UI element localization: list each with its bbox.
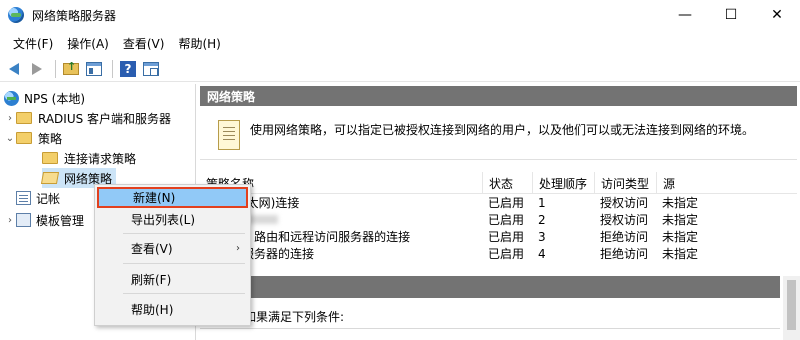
accounting-log-icon — [16, 191, 31, 205]
tree-node-nps[interactable]: NPS (本地) — [4, 88, 85, 108]
table-row[interactable]: 他访问服务器的连接 已启用 4 拒绝访问 未指定 — [200, 245, 797, 262]
toolbar-separator — [112, 59, 113, 78]
context-menu-new[interactable]: 新建(N) — [97, 187, 248, 208]
pane-header: 网络策略 — [200, 86, 797, 106]
expand-icon[interactable]: › — [4, 113, 16, 124]
policy-access: 授权访问 — [600, 196, 649, 210]
open-folder-icon — [40, 172, 60, 184]
description-text: 使用网络策略，可以指定已被授权连接到网络的用户，以及他们可以或无法连接到网络的环… — [250, 123, 755, 137]
help-button[interactable]: ? — [118, 59, 138, 79]
policy-table: 策略名称 状态 处理顺序 访问类型 源 有线(以太网)连接 已启用 1 授权访问… — [200, 172, 797, 262]
folder-icon — [16, 112, 32, 124]
tree-label: NPS (本地) — [24, 91, 86, 106]
properties-button[interactable] — [141, 59, 161, 79]
close-button[interactable]: ✕ — [754, 0, 800, 30]
menu-help[interactable]: 帮助(H) — [171, 35, 227, 52]
document-icon — [218, 120, 240, 150]
tree-node-radius[interactable]: › RADIUS 客户端和服务器 — [4, 108, 171, 128]
context-menu-refresh[interactable]: 刷新(F) — [97, 269, 248, 290]
policy-access: 拒绝访问 — [600, 247, 649, 261]
context-menu-view[interactable]: 查看(V) › — [97, 238, 248, 259]
policy-order: 1 — [538, 195, 546, 210]
context-menu: 新建(N) 导出列表(L) 查看(V) › 刷新(F) 帮助(H) — [94, 184, 251, 326]
menu-view[interactable]: 查看(V) — [116, 35, 172, 52]
context-menu-view-label: 查看(V) — [131, 242, 173, 256]
divider — [200, 328, 780, 329]
table-row[interactable]: 已启用 2 授权访问 未指定 — [200, 211, 797, 228]
templates-icon — [16, 213, 31, 227]
tree-node-connection-request-policies[interactable]: 连接请求策略 — [42, 148, 136, 168]
context-menu-export-list[interactable]: 导出列表(L) — [97, 209, 248, 230]
policy-status: 已启用 — [488, 230, 525, 244]
submenu-arrow-icon: › — [236, 243, 240, 254]
policy-access: 授权访问 — [600, 213, 649, 227]
tree-label: 模板管理 — [36, 213, 85, 228]
collapse-icon[interactable]: ⌄ — [4, 133, 16, 144]
menu-action[interactable]: 操作(A) — [60, 35, 116, 52]
toolbar: ? — [0, 56, 800, 82]
window-title: 网络策略服务器 — [32, 8, 117, 23]
back-arrow-icon — [9, 62, 19, 75]
folder-icon — [16, 132, 32, 144]
menu-separator — [123, 263, 245, 264]
tree-label: 记帐 — [36, 191, 61, 206]
column-header-source[interactable]: 源 — [656, 172, 736, 194]
tree-view-icon — [86, 61, 102, 76]
policy-order: 2 — [538, 212, 546, 227]
policy-status: 已启用 — [488, 247, 525, 261]
tree-label: 连接请求策略 — [64, 151, 137, 166]
menu-separator — [123, 233, 245, 234]
forward-arrow-icon — [32, 62, 42, 75]
forward-button[interactable] — [27, 59, 47, 79]
table-row[interactable]: 有线(以太网)连接 已启用 1 授权访问 未指定 — [200, 194, 797, 211]
properties-icon — [143, 61, 159, 76]
column-header-order[interactable]: 处理顺序 — [532, 172, 594, 194]
maximize-button[interactable]: ☐ — [708, 0, 754, 30]
help-icon: ? — [120, 60, 136, 77]
expand-icon[interactable]: › — [4, 215, 16, 226]
policy-order: 3 — [538, 229, 546, 244]
show-hide-tree-button[interactable] — [84, 59, 104, 79]
tree-node-templates[interactable]: › 模板管理 — [4, 210, 84, 230]
description-area: 使用网络策略，可以指定已被授权连接到网络的用户，以及他们可以或无法连接到网络的环… — [200, 112, 797, 160]
tree-label: 策略 — [38, 131, 63, 146]
folder-icon — [42, 152, 58, 164]
menu-separator — [123, 293, 245, 294]
policy-source: 未指定 — [662, 196, 699, 210]
policy-source: 未指定 — [662, 213, 699, 227]
tree-node-policies[interactable]: ⌄ 策略 — [4, 128, 62, 148]
minimize-button[interactable]: — — [662, 0, 708, 30]
menu-bar: 文件(F) 操作(A) 查看(V) 帮助(H) — [0, 32, 800, 54]
nps-app-icon — [8, 7, 24, 23]
title-bar: 网络策略服务器 — ☐ ✕ — [0, 0, 800, 30]
details-pane: 网络策略 使用网络策略，可以指定已被授权连接到网络的用户，以及他们可以或无法连接… — [197, 84, 800, 340]
policy-order: 4 — [538, 246, 546, 261]
tree-node-accounting[interactable]: 记帐 — [4, 188, 60, 208]
up-one-level-button[interactable] — [61, 59, 81, 79]
tree-label: RADIUS 客户端和服务器 — [38, 111, 172, 126]
policy-access: 拒绝访问 — [600, 230, 649, 244]
details-header-band — [200, 276, 780, 298]
folder-up-icon — [63, 60, 79, 75]
nps-globe-icon — [4, 90, 19, 106]
column-header-access[interactable]: 访问类型 — [594, 172, 656, 194]
conditions-text: 如果满足下列条件: — [244, 309, 345, 324]
back-button[interactable] — [4, 59, 24, 79]
policy-source: 未指定 — [662, 247, 699, 261]
table-row[interactable]: icrosoft 路由和远程访问服务器的连接 已启用 3 拒绝访问 未指定 — [200, 228, 797, 245]
table-header: 策略名称 状态 处理顺序 访问类型 源 — [200, 172, 797, 194]
policy-status: 已启用 — [488, 196, 525, 210]
context-menu-help[interactable]: 帮助(H) — [97, 299, 248, 320]
column-header-status[interactable]: 状态 — [482, 172, 532, 194]
scrollbar-thumb[interactable] — [787, 280, 796, 330]
conditions-label: 如果满足下列条件: — [200, 306, 780, 326]
menu-file[interactable]: 文件(F) — [6, 35, 60, 52]
policy-source: 未指定 — [662, 230, 699, 244]
toolbar-separator — [55, 59, 56, 78]
policy-status: 已启用 — [488, 213, 525, 227]
vertical-scrollbar[interactable] — [783, 276, 800, 340]
